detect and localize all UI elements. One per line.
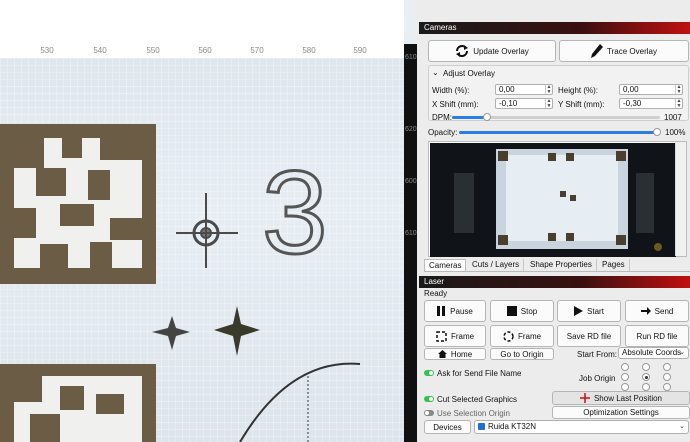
job-origin-middle-right[interactable] [663, 373, 671, 381]
use-selection-origin-label: Use Selection Origin [437, 409, 510, 418]
device-select[interactable]: Ruida KT32N ⌄ [474, 420, 689, 434]
home-button[interactable]: Home [424, 348, 486, 360]
camera-preview-frame [428, 141, 687, 257]
cut-selected-graphics-toggle[interactable] [424, 396, 434, 402]
width-label: Width (%): [432, 86, 470, 95]
ask-send-file-name-label: Ask for Send File Name [437, 369, 522, 378]
xshift-label: X Shift (mm): [432, 100, 479, 109]
frame-circle-icon [503, 330, 514, 342]
job-origin-middle-left[interactable] [621, 373, 629, 381]
laser-panel-title: Laser [419, 276, 690, 288]
trace-overlay-button[interactable]: Trace Overlay [559, 40, 689, 62]
refresh-icon [456, 45, 469, 57]
ruler-tick: 580 [302, 46, 316, 55]
frame-button[interactable]: Frame [424, 325, 486, 347]
dpm-slider[interactable] [452, 113, 660, 121]
star-marker-right [214, 306, 260, 356]
chevron-down-icon: ⌄ [679, 349, 685, 356]
stop-button[interactable]: Stop [490, 300, 554, 322]
laser-status: Ready [424, 289, 448, 298]
height-label: Height (%): [558, 86, 599, 95]
crosshair-target [176, 193, 238, 268]
stop-icon [506, 306, 517, 316]
height-spinbox[interactable]: 0,00 ▲ ▼ [619, 84, 683, 95]
job-origin-bottom-right[interactable] [663, 383, 671, 391]
frame-circle-button[interactable]: Frame [490, 325, 554, 347]
opacity-value: 100% [665, 128, 686, 137]
tab-shape-properties[interactable]: Shape Properties [526, 259, 597, 271]
xshift-spinbox[interactable]: -0,10 ▲ ▼ [495, 98, 553, 109]
tab-pages[interactable]: Pages [598, 259, 630, 271]
right-ruler: 610 620 600 610 [404, 44, 417, 442]
adjust-overlay-label[interactable]: Adjust Overlay [443, 69, 495, 78]
right-panel: Cameras Update Overlay Trace Overlay ⌄ A… [419, 22, 690, 442]
frame-square-icon [436, 330, 447, 342]
job-origin-top-left[interactable] [621, 363, 629, 371]
ruler-tick: 590 [353, 46, 367, 55]
job-origin-top-right[interactable] [663, 363, 671, 371]
job-origin-label: Job Origin [579, 374, 616, 383]
start-from-label: Start From: [577, 350, 618, 359]
pause-icon [437, 306, 446, 316]
optimization-settings-button[interactable]: Optimization Settings [552, 406, 690, 419]
job-origin-center[interactable] [642, 373, 650, 381]
start-button[interactable]: Start [557, 300, 621, 322]
ruler-tick: 560 [198, 46, 212, 55]
send-arrow-icon [640, 307, 651, 315]
dpm-label: DPM: [432, 113, 452, 122]
overlay-digit: 3 [262, 147, 328, 279]
cut-selected-graphics-label: Cut Selected Graphics [437, 395, 518, 404]
fiducial-marker-bottom [0, 364, 156, 442]
ruler-tick: 530 [40, 46, 54, 55]
pause-button[interactable]: Pause [424, 300, 486, 322]
start-from-select[interactable]: Absolute Coords ⌄ [618, 347, 689, 359]
yshift-label: Y Shift (mm): [558, 100, 605, 109]
panel-tabbar: Cameras Cuts / Layers Shape Properties P… [424, 259, 690, 272]
opacity-slider[interactable] [459, 128, 661, 136]
tab-cuts-layers[interactable]: Cuts / Layers [468, 259, 525, 271]
ask-send-file-name-toggle[interactable] [424, 370, 434, 376]
width-spinbox[interactable]: 0,00 ▲ ▼ [495, 84, 553, 95]
play-icon [574, 306, 584, 316]
show-last-position-button[interactable]: Show Last Position [552, 391, 690, 405]
save-rd-file-button[interactable]: Save RD file [557, 325, 621, 347]
job-origin-bottom-center[interactable] [642, 383, 650, 391]
star-marker-left [152, 316, 190, 350]
cameras-panel-title: Cameras [419, 22, 690, 34]
fiducial-marker-top [0, 124, 156, 284]
overlay-graphics: 3 [0, 124, 361, 442]
update-overlay-button[interactable]: Update Overlay [428, 40, 556, 62]
job-origin-bottom-left[interactable] [621, 383, 629, 391]
crosshair-icon [579, 393, 590, 403]
ruler-tick: 550 [146, 46, 160, 55]
send-button[interactable]: Send [625, 300, 689, 322]
devices-button[interactable]: Devices [424, 420, 471, 434]
device-icon [478, 423, 485, 431]
dpm-value: 1007 [664, 113, 682, 122]
camera-overlay-image: 3 [0, 58, 404, 442]
pencil-icon [591, 44, 604, 58]
chevron-down-icon: ⌄ [679, 423, 685, 430]
tab-cameras[interactable]: Cameras [424, 259, 467, 271]
preview-scrollbar[interactable] [675, 142, 686, 256]
opacity-label: Opacity: [428, 128, 458, 137]
ruler-tick: 570 [250, 46, 264, 55]
top-ruler: 530 540 550 560 570 580 590 [0, 0, 404, 58]
home-icon [437, 350, 447, 358]
arc-shape [239, 362, 361, 442]
run-rd-file-button[interactable]: Run RD file [625, 325, 689, 347]
use-selection-origin-toggle[interactable] [424, 410, 434, 416]
yshift-spinbox[interactable]: -0,30 ▲ ▼ [619, 98, 683, 109]
chevron-down-icon[interactable]: ⌄ [432, 68, 439, 77]
go-to-origin-button[interactable]: Go to Origin [490, 348, 554, 360]
camera-preview-image [430, 143, 676, 257]
workspace-canvas[interactable]: 530 540 550 560 570 580 590 3 610 620 60… [0, 0, 417, 442]
ruler-tick: 540 [93, 46, 107, 55]
job-origin-top-center[interactable] [642, 363, 650, 371]
